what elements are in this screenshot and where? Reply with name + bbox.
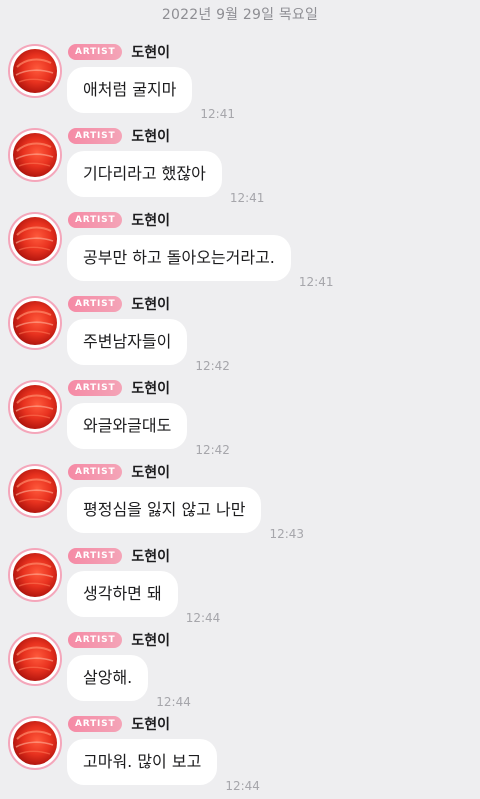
message-bubble[interactable]: 와글와글대도	[67, 403, 188, 449]
sender-row: ARTIST 도현이	[68, 548, 171, 565]
avatar-image	[13, 133, 57, 177]
sender-row: ARTIST 도현이	[68, 464, 171, 481]
avatar-image	[13, 385, 57, 429]
message-bubble[interactable]: 평정심을 잃지 않고 나만	[67, 487, 262, 533]
message-item: ARTIST 도현이 기다리라고 했잖아 12:41	[0, 127, 480, 211]
artist-badge: ARTIST	[68, 212, 123, 228]
artist-badge: ARTIST	[68, 44, 123, 60]
avatar[interactable]	[8, 44, 62, 98]
bubble-row: 기다리라고 했잖아 12:41	[67, 151, 264, 205]
avatar[interactable]	[8, 548, 62, 602]
artist-badge: ARTIST	[68, 548, 123, 564]
avatar[interactable]	[8, 212, 62, 266]
message-time: 12:41	[298, 275, 334, 289]
sender-name: 도현이	[131, 129, 171, 145]
artist-badge: ARTIST	[68, 128, 123, 144]
sender-name: 도현이	[131, 549, 171, 565]
artist-badge: ARTIST	[68, 464, 123, 480]
avatar[interactable]	[8, 464, 62, 518]
message-bubble[interactable]: 공부만 하고 돌아오는거라고.	[67, 235, 291, 281]
message-bubble[interactable]: 고마워. 많이 보고	[67, 739, 218, 785]
bubble-row: 살앙해. 12:44	[67, 655, 191, 709]
message-item: ARTIST 도현이 평정심을 잃지 않고 나만 12:43	[0, 463, 480, 547]
sender-row: ARTIST 도현이	[68, 128, 171, 145]
message-time: 12:44	[185, 611, 221, 625]
avatar[interactable]	[8, 632, 62, 686]
message-time: 12:42	[195, 359, 230, 373]
message-bubble[interactable]: 주변남자들이	[67, 319, 188, 365]
sender-name: 도현이	[131, 213, 171, 229]
message-bubble[interactable]: 기다리라고 했잖아	[67, 151, 222, 197]
message-item: ARTIST 도현이 생각하면 돼 12:44	[0, 547, 480, 631]
sender-name: 도현이	[131, 45, 171, 61]
bubble-row: 애처럼 굴지마 12:41	[67, 67, 235, 121]
message-time: 12:41	[200, 107, 235, 121]
message-time: 12:43	[269, 527, 305, 541]
bubble-row: 고마워. 많이 보고 12:44	[67, 739, 260, 793]
message-time: 12:44	[225, 779, 260, 793]
sender-name: 도현이	[131, 297, 171, 313]
message-item: ARTIST 도현이 애처럼 굴지마 12:41	[0, 43, 480, 127]
bubble-row: 와글와글대도 12:42	[67, 403, 230, 457]
message-bubble[interactable]: 생각하면 돼	[67, 571, 178, 617]
avatar-image	[13, 721, 57, 765]
sender-row: ARTIST 도현이	[68, 716, 171, 733]
sender-name: 도현이	[131, 381, 171, 397]
avatar-image	[13, 217, 57, 261]
sender-name: 도현이	[131, 717, 171, 733]
avatar[interactable]	[8, 716, 62, 770]
avatar-image	[13, 49, 57, 93]
message-list[interactable]: ARTIST 도현이 애처럼 굴지마 12:41 ARTIST 도현이 기다리라…	[0, 43, 480, 799]
message-bubble[interactable]: 살앙해.	[67, 655, 149, 701]
message-item: ARTIST 도현이 주변남자들이 12:42	[0, 295, 480, 379]
message-item: ARTIST 도현이 와글와글대도 12:42	[0, 379, 480, 463]
sender-row: ARTIST 도현이	[68, 44, 171, 61]
artist-badge: ARTIST	[68, 716, 123, 732]
message-bubble[interactable]: 애처럼 굴지마	[67, 67, 193, 113]
sender-row: ARTIST 도현이	[68, 212, 171, 229]
message-time: 12:41	[229, 191, 265, 205]
message-time: 12:42	[195, 443, 230, 457]
bubble-row: 생각하면 돼 12:44	[67, 571, 220, 625]
avatar-image	[13, 637, 57, 681]
bubble-row: 주변남자들이 12:42	[67, 319, 230, 373]
artist-badge: ARTIST	[68, 380, 123, 396]
bubble-row: 공부만 하고 돌아오는거라고. 12:41	[67, 235, 334, 289]
avatar[interactable]	[8, 380, 62, 434]
sender-name: 도현이	[131, 633, 171, 649]
bubble-row: 평정심을 잃지 않고 나만 12:43	[67, 487, 304, 541]
sender-row: ARTIST 도현이	[68, 380, 171, 397]
artist-badge: ARTIST	[68, 632, 123, 648]
avatar-image	[13, 553, 57, 597]
avatar-image	[13, 301, 57, 345]
message-item: ARTIST 도현이 고마워. 많이 보고 12:44	[0, 715, 480, 799]
message-item: ARTIST 도현이 살앙해. 12:44	[0, 631, 480, 715]
date-header: 2022년 9월 29일 목요일	[161, 7, 319, 23]
sender-row: ARTIST 도현이	[68, 296, 171, 313]
artist-badge: ARTIST	[68, 296, 123, 312]
avatar[interactable]	[8, 128, 62, 182]
avatar[interactable]	[8, 296, 62, 350]
message-item: ARTIST 도현이 공부만 하고 돌아오는거라고. 12:41	[0, 211, 480, 295]
avatar-image	[13, 469, 57, 513]
sender-row: ARTIST 도현이	[68, 632, 171, 649]
sender-name: 도현이	[131, 465, 171, 481]
message-time: 12:44	[156, 695, 191, 709]
